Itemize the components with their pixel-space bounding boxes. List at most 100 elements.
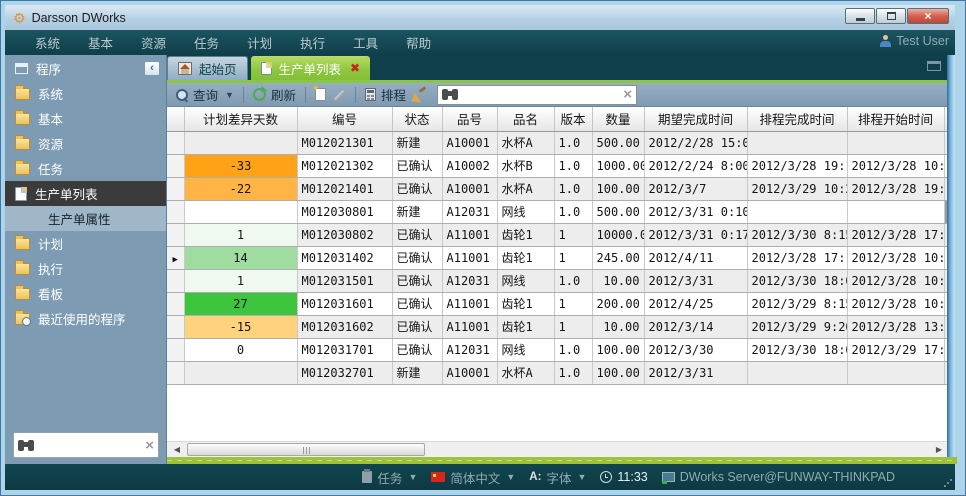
close-button[interactable]: ×	[907, 8, 949, 24]
due-time-cell[interactable]: 2012/2/24 8:00	[644, 154, 747, 177]
sched-start-cell[interactable]	[847, 361, 944, 384]
table-row[interactable]: ▶ -33 M012021302 已确认 A10002 水杯B 1.0 1000…	[167, 154, 949, 177]
version-cell[interactable]: 1.0	[554, 154, 592, 177]
clean-button[interactable]	[412, 88, 427, 102]
plan-diff-days-cell[interactable]: 1	[184, 223, 297, 246]
table-row[interactable]: ▶ 1 M012031501 已确认 A12031 网线 1.0 10.00 2…	[167, 269, 949, 292]
item-no-cell[interactable]: A11001	[442, 315, 497, 338]
column-header[interactable]: 数量	[592, 107, 644, 131]
column-header[interactable]: 计划差异天数	[184, 107, 297, 131]
window-panel-icon[interactable]	[927, 61, 941, 71]
edit-button[interactable]	[332, 88, 346, 102]
maximize-button[interactable]	[876, 8, 906, 24]
table-row[interactable]: ▶ 1 M012030802 已确认 A11001 齿轮1 1 10000.00…	[167, 223, 949, 246]
quantity-cell[interactable]: 100.00	[592, 361, 644, 384]
due-time-cell[interactable]: 2012/3/30	[644, 338, 747, 361]
sched-start-cell[interactable]: 2012/3/28 10:52	[847, 292, 944, 315]
due-time-cell[interactable]: 2012/3/31 0:10	[644, 200, 747, 223]
item-name-cell[interactable]: 齿轮1	[497, 246, 554, 269]
column-header[interactable]: 编号	[297, 107, 392, 131]
version-cell[interactable]: 1.0	[554, 131, 592, 154]
sched-end-cell[interactable]: 2012/3/29 8:15	[747, 292, 847, 315]
column-header[interactable]: 品名	[497, 107, 554, 131]
item-no-cell[interactable]: A10001	[442, 177, 497, 200]
order-id-cell[interactable]: M012032701	[297, 361, 392, 384]
row-selector-cell[interactable]: ▶	[167, 131, 184, 154]
menu-item[interactable]: 计划	[233, 33, 286, 52]
item-name-cell[interactable]: 网线	[497, 269, 554, 292]
clear-search-icon[interactable]: ×	[623, 87, 632, 102]
version-cell[interactable]: 1.0	[554, 269, 592, 292]
item-name-cell[interactable]: 水杯A	[497, 131, 554, 154]
item-no-cell[interactable]: A12031	[442, 338, 497, 361]
sched-end-cell[interactable]: 2012/3/29 9:20	[747, 315, 847, 338]
item-name-cell[interactable]: 网线	[497, 200, 554, 223]
sidebar-collapse-button[interactable]: ‹	[144, 61, 160, 76]
order-id-cell[interactable]: M012021301	[297, 131, 392, 154]
quantity-cell[interactable]: 10.00	[592, 269, 644, 292]
table-row[interactable]: ▶ M012021301 新建 A10001 水杯A 1.0 500.00 20…	[167, 131, 949, 154]
sched-start-cell[interactable]: 2012/3/28 17:13	[847, 223, 944, 246]
sched-start-cell[interactable]: 2012/3/29 17:46	[847, 338, 944, 361]
sidebar-item[interactable]: 任务	[5, 156, 166, 181]
column-header[interactable]: 品号	[442, 107, 497, 131]
item-no-cell[interactable]: A11001	[442, 246, 497, 269]
sched-end-cell[interactable]	[747, 361, 847, 384]
plan-diff-days-cell[interactable]: 1	[184, 269, 297, 292]
version-cell[interactable]: 1	[554, 292, 592, 315]
plan-diff-days-cell[interactable]: -22	[184, 177, 297, 200]
due-time-cell[interactable]: 2012/2/28 15:00	[644, 131, 747, 154]
sched-start-cell[interactable]: 2012/3/28 13:40	[847, 315, 944, 338]
status-cell[interactable]: 已确认	[392, 292, 442, 315]
item-no-cell[interactable]: A10002	[442, 154, 497, 177]
sidebar-item[interactable]: 基本	[5, 106, 166, 131]
table-row[interactable]: ▶ M012030801 新建 A12031 网线 1.0 500.00 201…	[167, 200, 949, 223]
sched-start-cell[interactable]	[847, 131, 944, 154]
quantity-cell[interactable]: 10000.00	[592, 223, 644, 246]
quantity-cell[interactable]: 500.00	[592, 200, 644, 223]
plan-diff-days-cell[interactable]: 14	[184, 246, 297, 269]
item-name-cell[interactable]: 水杯A	[497, 177, 554, 200]
due-time-cell[interactable]: 2012/4/25	[644, 292, 747, 315]
sched-end-cell[interactable]: 2012/3/30 18:00	[747, 338, 847, 361]
item-no-cell[interactable]: A10001	[442, 361, 497, 384]
quantity-cell[interactable]: 100.00	[592, 338, 644, 361]
minimize-button[interactable]	[845, 8, 875, 24]
table-row[interactable]: ▶ 14 M012031402 已确认 A11001 齿轮1 1 245.00 …	[167, 246, 949, 269]
row-selector-cell[interactable]: ▶	[167, 361, 184, 384]
menu-item[interactable]: 任务	[180, 33, 233, 52]
sched-end-cell[interactable]	[747, 200, 847, 223]
version-cell[interactable]: 1.0	[554, 200, 592, 223]
order-id-cell[interactable]: M012031602	[297, 315, 392, 338]
item-name-cell[interactable]: 网线	[497, 338, 554, 361]
clear-search-icon[interactable]: ×	[145, 438, 154, 453]
quantity-cell[interactable]: 1000.00	[592, 154, 644, 177]
due-time-cell[interactable]: 2012/4/11	[644, 246, 747, 269]
table-row[interactable]: ▶ M012032701 新建 A10001 水杯A 1.0 100.00 20…	[167, 361, 949, 384]
plan-diff-days-cell[interactable]: 27	[184, 292, 297, 315]
menu-item[interactable]: 工具	[339, 33, 392, 52]
order-id-cell[interactable]: M012031701	[297, 338, 392, 361]
table-row[interactable]: ▶ 27 M012031601 已确认 A11001 齿轮1 1 200.00 …	[167, 292, 949, 315]
plan-diff-days-cell[interactable]	[184, 200, 297, 223]
sidebar-search-input[interactable]	[38, 438, 145, 452]
plan-diff-days-cell[interactable]: 0	[184, 338, 297, 361]
new-button[interactable]	[315, 88, 326, 101]
order-id-cell[interactable]: M012021302	[297, 154, 392, 177]
item-name-cell[interactable]: 齿轮1	[497, 292, 554, 315]
item-no-cell[interactable]: A12031	[442, 269, 497, 292]
plan-diff-days-cell[interactable]: -33	[184, 154, 297, 177]
sidebar-item[interactable]: 执行	[5, 256, 166, 281]
menu-item[interactable]: 基本	[74, 33, 127, 52]
version-cell[interactable]: 1.0	[554, 361, 592, 384]
sidebar-item[interactable]: 计划	[5, 231, 166, 256]
user-indicator[interactable]: Test User	[880, 34, 949, 48]
version-cell[interactable]: 1	[554, 246, 592, 269]
sched-start-cell[interactable]: 2012/3/28 10:52	[847, 269, 944, 292]
item-name-cell[interactable]: 齿轮1	[497, 223, 554, 246]
row-selector-cell[interactable]: ▶	[167, 338, 184, 361]
status-cell[interactable]: 已确认	[392, 315, 442, 338]
version-cell[interactable]: 1	[554, 223, 592, 246]
sidebar-item[interactable]: 最近使用的程序	[5, 306, 166, 331]
row-selector-cell[interactable]: ▶	[167, 154, 184, 177]
